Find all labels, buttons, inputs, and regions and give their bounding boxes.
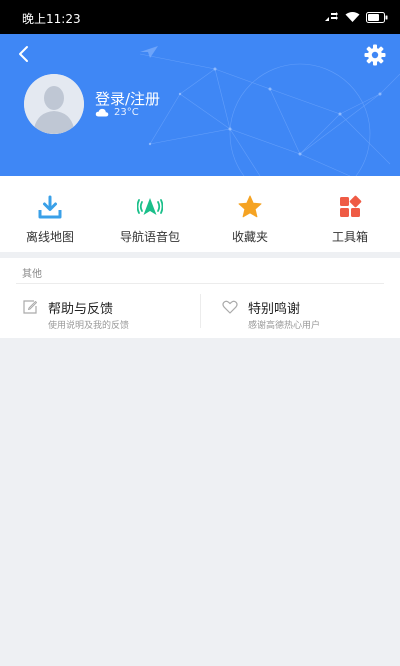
status-time: 晚上11:23 [22,12,81,26]
other-section-body: 帮助与反馈 使用说明及我的反馈 特别鸣谢 感谢高德热心用户 [0,284,400,338]
entry-subtitle: 使用说明及我的反馈 [48,321,130,331]
download-icon [38,195,62,219]
tool-label: 收藏夹 [231,230,268,244]
special-thanks-item[interactable]: 特别鸣谢 感谢高德热心用户 [200,284,400,338]
entry-title: 帮助与反馈 [48,302,114,317]
user-silhouette-icon [24,74,84,134]
data-signal-icon [325,12,338,21]
tool-label: 离线地图 [25,230,74,244]
profile-header: 登录/注册 23°C [0,34,400,176]
star-icon [238,195,262,218]
toolbox-icon [340,195,362,217]
avatar[interactable] [24,74,84,134]
chevron-left-icon [19,46,28,62]
weather-temperature: 23°C [114,107,139,118]
voice-navigation-icon [137,198,163,215]
status-icons [323,9,388,25]
heart-icon [222,300,238,314]
entry-subtitle: 感谢高德热心用户 [248,321,321,331]
toolbox-button[interactable]: 工具箱 [300,176,400,252]
settings-button[interactable] [362,42,388,68]
wifi-icon [345,12,360,22]
help-feedback-item[interactable]: 帮助与反馈 使用说明及我的反馈 [0,284,200,338]
quick-tools-bar: 离线地图 导航语音包 收藏夹 工具箱 [0,176,400,252]
cloud-icon [95,108,109,117]
edit-icon [23,300,37,314]
section-title: 其他 [22,269,42,280]
favorites-button[interactable]: 收藏夹 [200,176,300,252]
other-section-header: 其他 [0,258,400,284]
battery-icon [366,11,388,23]
tool-label: 导航语音包 [119,230,180,244]
gear-icon [364,44,386,66]
tool-label: 工具箱 [331,230,368,244]
entry-title: 特别鸣谢 [248,302,301,317]
voice-package-button[interactable]: 导航语音包 [100,176,200,252]
weather-info: 23°C [95,107,139,118]
offline-map-button[interactable]: 离线地图 [0,176,100,252]
status-bar: 晚上11:23 [0,0,400,34]
back-button[interactable] [12,42,36,66]
login-register-link[interactable]: 登录/注册 [95,88,160,109]
